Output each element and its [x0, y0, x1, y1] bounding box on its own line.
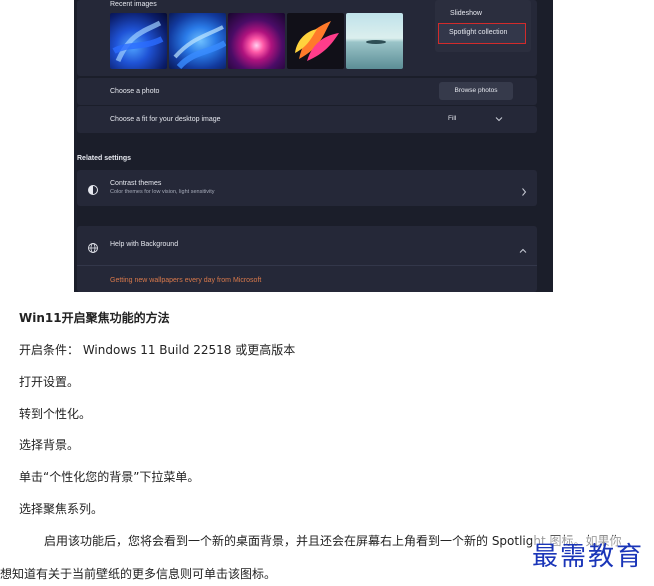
recent-image-4[interactable]: [287, 13, 344, 69]
article-line: 开启条件： Windows 11 Build 22518 或更高版本: [19, 343, 296, 357]
watermark: 最需教育: [532, 536, 645, 573]
article-line: 打开设置。: [19, 375, 80, 389]
fit-value: Fill: [448, 115, 457, 122]
chevron-up-icon: [518, 240, 528, 259]
browse-photos-button[interactable]: Browse photos: [439, 82, 513, 100]
article-line: 选择聚焦系列。: [19, 502, 104, 516]
settings-screenshot: Recent images Slideshow Spotlight collec…: [74, 0, 553, 292]
dropdown-option-slideshow[interactable]: Slideshow: [450, 10, 482, 17]
article-heading: Win11开启聚焦功能的方法: [19, 311, 170, 325]
article-line: 选择背景。: [19, 438, 80, 452]
recent-image-1[interactable]: [110, 13, 167, 69]
contrast-themes-subtitle: Color themes for low vision, light sensi…: [110, 189, 215, 195]
chevron-right-icon: [520, 182, 528, 201]
choose-photo-label: Choose a photo: [110, 88, 160, 95]
wallpapers-help-link[interactable]: Getting new wallpapers every day from Mi…: [110, 277, 261, 284]
chevron-down-icon: [495, 110, 503, 136]
related-settings-heading: Related settings: [77, 155, 132, 162]
contrast-themes-title: Contrast themes: [110, 180, 162, 187]
article-line: 单击“个性化您的背景”下拉菜单。: [19, 470, 200, 484]
dropdown-option-spotlight-collection[interactable]: Spotlight collection: [438, 23, 526, 44]
globe-icon: [87, 239, 99, 258]
recent-image-3[interactable]: [228, 13, 285, 69]
choose-fit-label: Choose a fit for your desktop image: [110, 116, 221, 123]
divider: [77, 265, 537, 266]
help-with-background-title: Help with Background: [110, 241, 179, 248]
recent-image-5[interactable]: [346, 13, 403, 69]
contrast-themes-row[interactable]: [77, 170, 537, 206]
recent-images-label: Recent images: [110, 1, 157, 8]
article-line: 转到个性化。: [19, 407, 92, 421]
contrast-icon: [87, 181, 99, 200]
recent-image-2[interactable]: [169, 13, 226, 69]
